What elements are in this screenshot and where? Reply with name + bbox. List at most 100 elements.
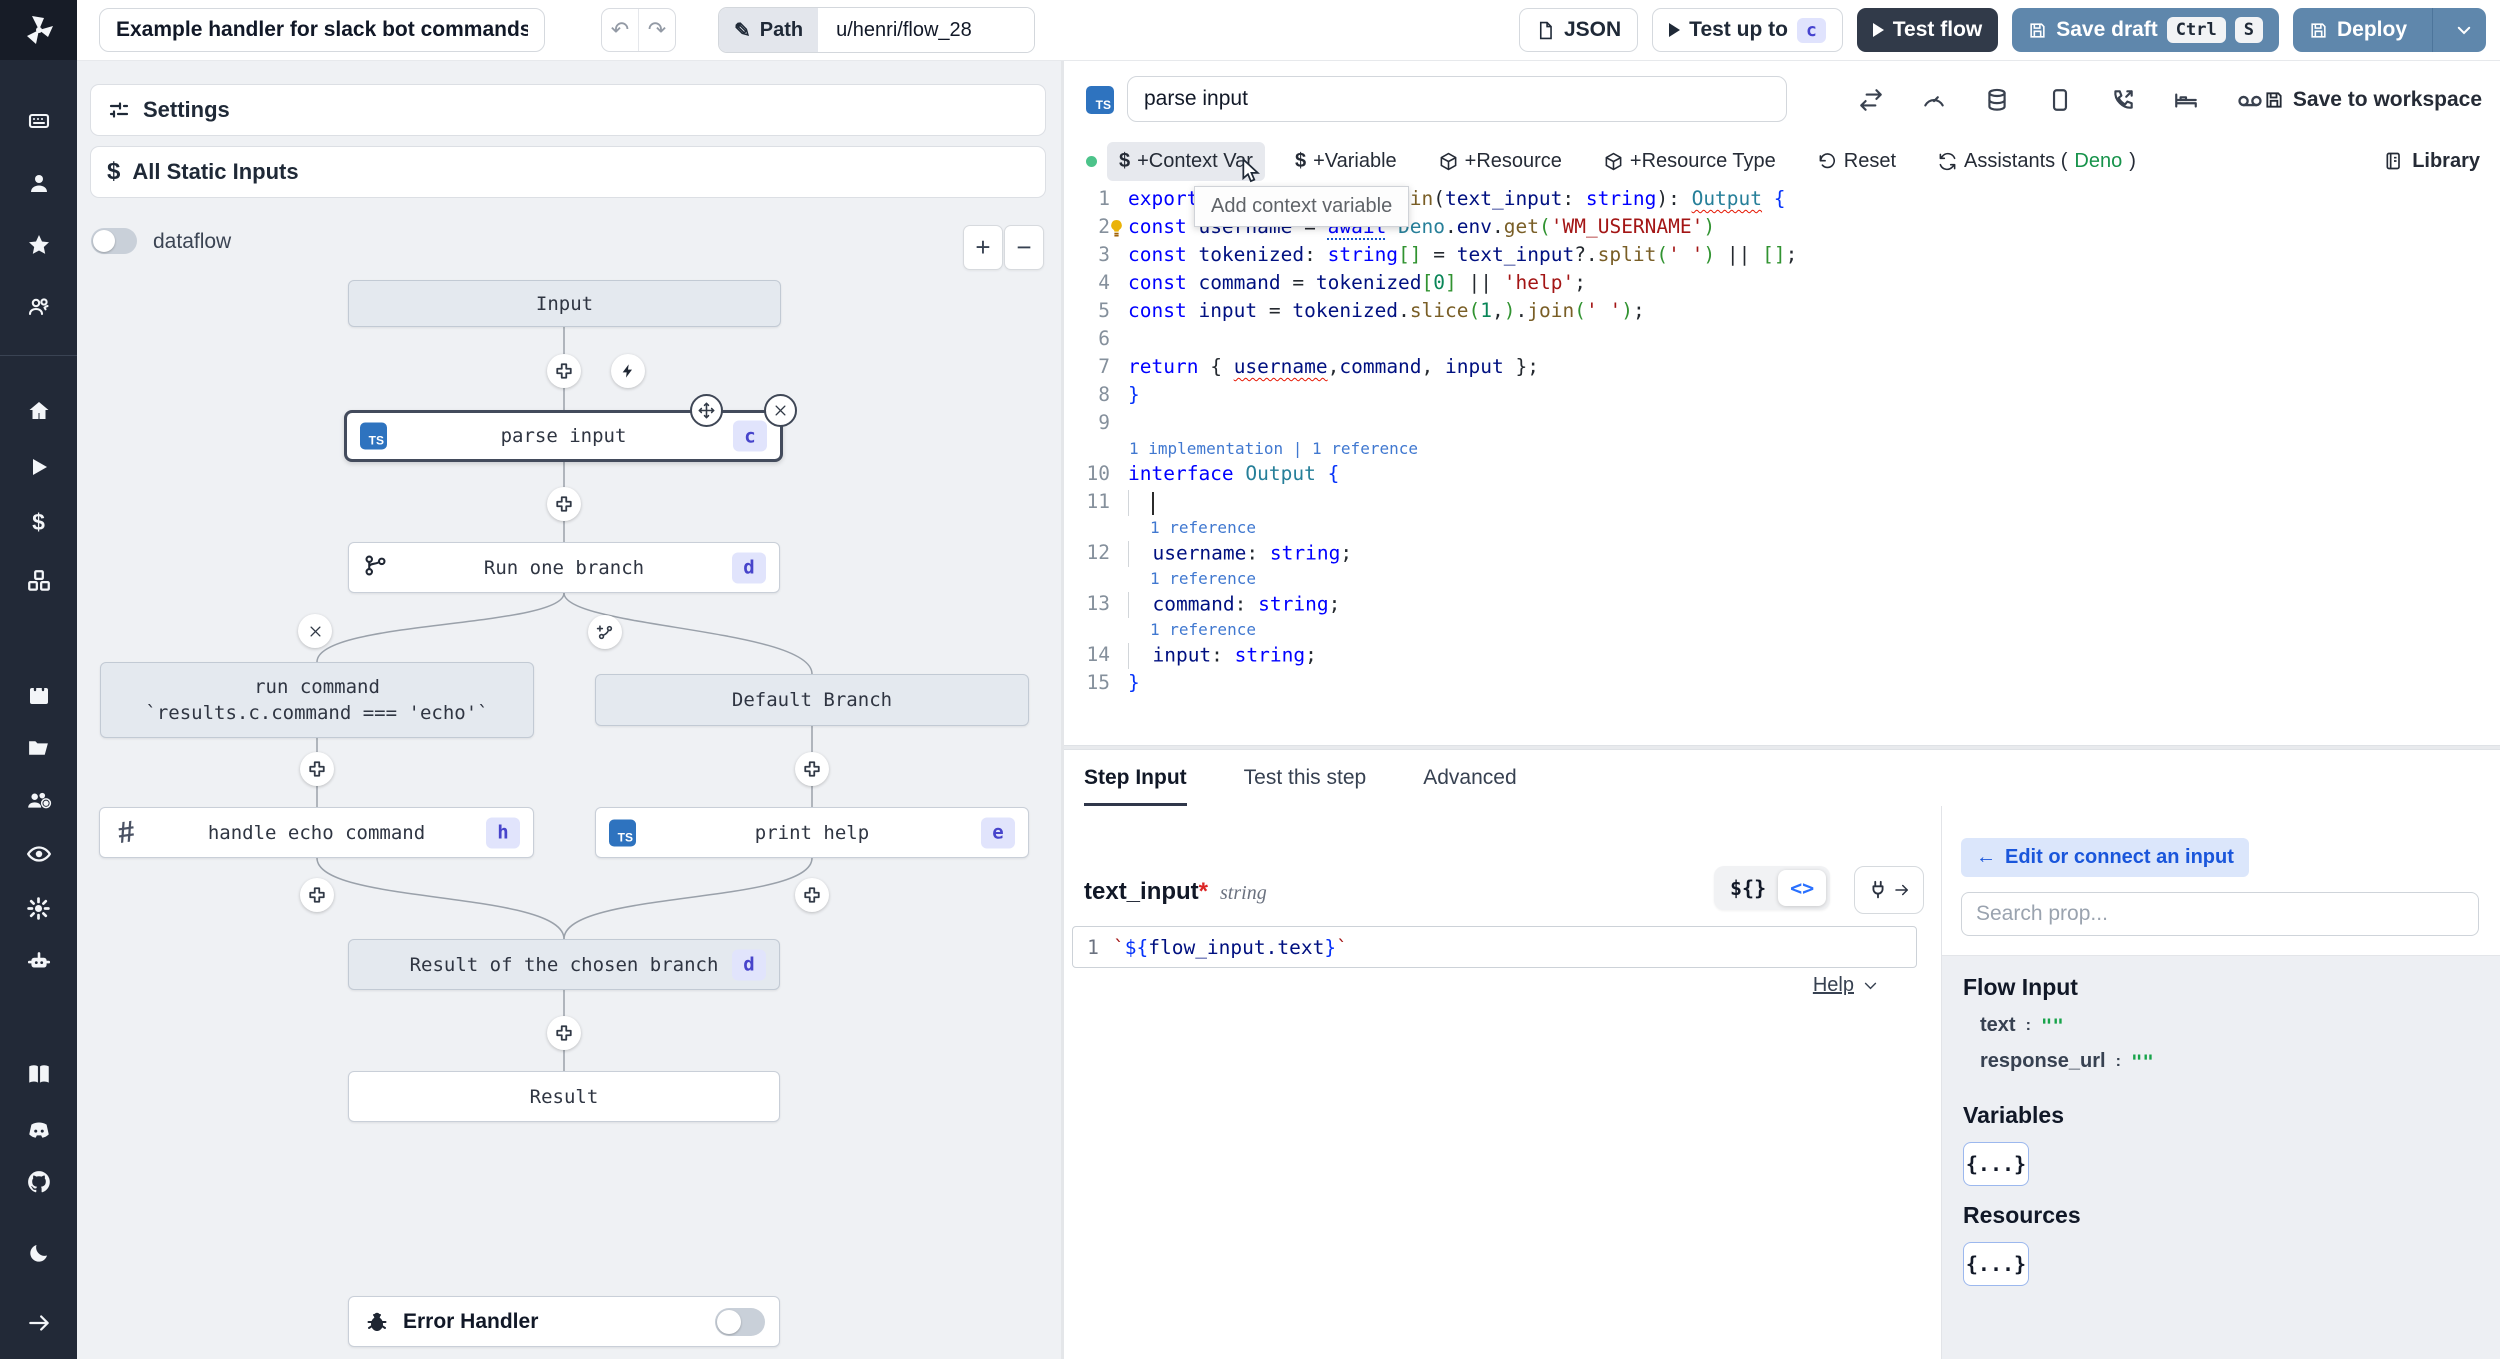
test-up-to-button[interactable]: Test up to c bbox=[1652, 8, 1843, 52]
save-draft-button[interactable]: Save draft Ctrl S bbox=[2012, 8, 2279, 52]
code-mode-button[interactable]: <> bbox=[1778, 870, 1827, 906]
audit-logs-icon[interactable] bbox=[26, 841, 52, 867]
node-result[interactable]: Result bbox=[348, 1071, 780, 1122]
apps-icon[interactable] bbox=[26, 108, 52, 134]
dark-mode-moon-icon[interactable] bbox=[26, 1240, 52, 1266]
node-input[interactable]: Input bbox=[348, 280, 781, 327]
code-line[interactable]: 15} bbox=[1064, 671, 2500, 699]
path-button[interactable]: ✎ Path bbox=[719, 8, 819, 52]
lightbulb-icon[interactable] bbox=[1108, 219, 1125, 243]
edit-or-connect-button[interactable]: ← Edit or connect an input bbox=[1961, 838, 2249, 877]
add-branch-button[interactable] bbox=[588, 615, 622, 649]
variables-object-button[interactable]: {...} bbox=[1963, 1142, 2029, 1186]
node-run-command-branch[interactable]: run command `results.c.command === 'echo… bbox=[100, 662, 534, 738]
add-resource-type-button[interactable]: +Resource Type bbox=[1592, 142, 1788, 181]
performance-gauge-icon[interactable] bbox=[1921, 87, 1947, 113]
add-step-button[interactable] bbox=[300, 752, 334, 786]
prop-text[interactable]: text : "" bbox=[1980, 1014, 2064, 1037]
runs-icon[interactable] bbox=[26, 454, 52, 480]
home-icon[interactable] bbox=[26, 398, 52, 424]
help-link[interactable]: Help bbox=[1813, 974, 1879, 997]
redo-button[interactable]: ↷ bbox=[638, 9, 675, 51]
cache-database-icon[interactable] bbox=[1984, 87, 2010, 113]
node-default-branch[interactable]: Default Branch bbox=[595, 674, 1029, 726]
add-variable-button[interactable]: $ +Variable bbox=[1283, 142, 1409, 181]
resources-object-button[interactable]: {...} bbox=[1963, 1242, 2029, 1286]
deploy-button[interactable]: Deploy bbox=[2292, 8, 2486, 52]
node-handle-echo-command[interactable]: # handle echo command h bbox=[99, 807, 534, 858]
code-line[interactable]: 12 username: string; bbox=[1064, 541, 2500, 569]
tab-advanced[interactable]: Advanced bbox=[1423, 750, 1516, 806]
code-line[interactable]: 13 command: string; bbox=[1064, 592, 2500, 620]
codelens[interactable]: 1 reference bbox=[1064, 569, 2500, 592]
template-mode-button[interactable]: ${} bbox=[1718, 870, 1778, 906]
user-icon[interactable] bbox=[26, 170, 52, 196]
settings-gear-icon[interactable] bbox=[26, 895, 52, 921]
add-step-button[interactable] bbox=[300, 878, 334, 912]
test-flow-button[interactable]: Test flow bbox=[1856, 8, 1999, 52]
library-button[interactable]: Library bbox=[2384, 150, 2480, 173]
error-handler-toggle[interactable] bbox=[715, 1307, 765, 1336]
add-step-button[interactable] bbox=[547, 487, 581, 521]
add-step-button[interactable] bbox=[795, 752, 829, 786]
deploy-main[interactable]: Deploy bbox=[2293, 8, 2423, 52]
multiplayer-icon[interactable] bbox=[26, 294, 52, 320]
code-line[interactable]: 11 bbox=[1064, 490, 2500, 518]
search-prop-input[interactable] bbox=[1961, 892, 2479, 936]
move-step-button[interactable] bbox=[690, 394, 723, 427]
add-step-button[interactable] bbox=[547, 1016, 581, 1050]
deploy-dropdown-button[interactable] bbox=[2442, 8, 2486, 52]
code-line[interactable]: 10 interface Output { bbox=[1064, 462, 2500, 490]
tab-step-input[interactable]: Step Input bbox=[1084, 750, 1187, 806]
voicemail-icon[interactable] bbox=[2236, 87, 2262, 113]
tab-test-this-step[interactable]: Test this step bbox=[1244, 750, 1367, 806]
diff-icon[interactable] bbox=[1858, 87, 1884, 113]
mobile-icon[interactable] bbox=[2047, 87, 2073, 113]
sleep-bed-icon[interactable] bbox=[2173, 87, 2199, 113]
add-step-button[interactable] bbox=[547, 354, 581, 388]
codelens[interactable]: 1 reference bbox=[1064, 518, 2500, 541]
groups-icon[interactable] bbox=[26, 787, 52, 813]
code-line[interactable]: 3 const tokenized: string[] = text_input… bbox=[1064, 243, 2500, 271]
add-step-button[interactable] bbox=[795, 878, 829, 912]
trigger-button[interactable] bbox=[611, 354, 645, 388]
code-line[interactable]: 7 return { username,command, input }; bbox=[1064, 355, 2500, 383]
remove-branch-button[interactable] bbox=[298, 614, 332, 648]
node-print-help[interactable]: TS print help e bbox=[595, 807, 1029, 858]
reset-button[interactable]: Reset bbox=[1806, 142, 1908, 181]
workers-icon[interactable] bbox=[26, 948, 52, 974]
json-button[interactable]: JSON bbox=[1518, 8, 1639, 52]
code-editor[interactable]: 1export async function main(text_input: … bbox=[1064, 187, 2500, 745]
resources-icon[interactable] bbox=[26, 568, 52, 594]
windmill-logo[interactable] bbox=[0, 0, 77, 60]
code-line[interactable]: 5 const input = tokenized.slice(1,).join… bbox=[1064, 299, 2500, 327]
phone-call-icon[interactable] bbox=[2110, 87, 2136, 113]
folders-icon[interactable] bbox=[26, 734, 52, 760]
delete-step-button[interactable] bbox=[764, 394, 797, 427]
connect-input-button[interactable] bbox=[1854, 866, 1924, 914]
codelens[interactable]: 1 reference bbox=[1064, 620, 2500, 643]
flow-title-input[interactable] bbox=[99, 8, 545, 52]
expand-sidebar-icon[interactable] bbox=[26, 1310, 52, 1336]
node-run-one-branch[interactable]: Run one branch d bbox=[348, 542, 780, 593]
schedules-icon[interactable] bbox=[26, 682, 52, 708]
save-to-workspace-button[interactable]: Save to workspace bbox=[2264, 88, 2482, 112]
node-branch-result[interactable]: Result of the chosen branch d bbox=[348, 939, 780, 990]
add-resource-button[interactable]: +Resource bbox=[1427, 142, 1574, 181]
step-name-input[interactable] bbox=[1127, 76, 1787, 122]
codelens[interactable]: 1 implementation | 1 reference bbox=[1064, 439, 2500, 462]
error-handler-node[interactable]: Error Handler bbox=[348, 1296, 780, 1347]
docs-icon[interactable] bbox=[26, 1061, 52, 1087]
code-line[interactable]: 6 bbox=[1064, 327, 2500, 355]
variables-icon[interactable]: $ bbox=[26, 509, 52, 535]
github-icon[interactable] bbox=[26, 1169, 52, 1195]
undo-button[interactable]: ↶ bbox=[602, 9, 638, 51]
code-line[interactable]: 8} bbox=[1064, 383, 2500, 411]
star-icon[interactable] bbox=[26, 232, 52, 258]
prop-response-url[interactable]: response_url : "" bbox=[1980, 1050, 2154, 1073]
discord-icon[interactable] bbox=[26, 1117, 52, 1143]
expression-input[interactable]: 1 `${flow_input.text}` bbox=[1072, 926, 1917, 968]
code-line[interactable]: 14 input: string; bbox=[1064, 643, 2500, 671]
path-value[interactable]: u/henri/flow_28 bbox=[818, 8, 1035, 52]
code-line[interactable]: 9 bbox=[1064, 411, 2500, 439]
